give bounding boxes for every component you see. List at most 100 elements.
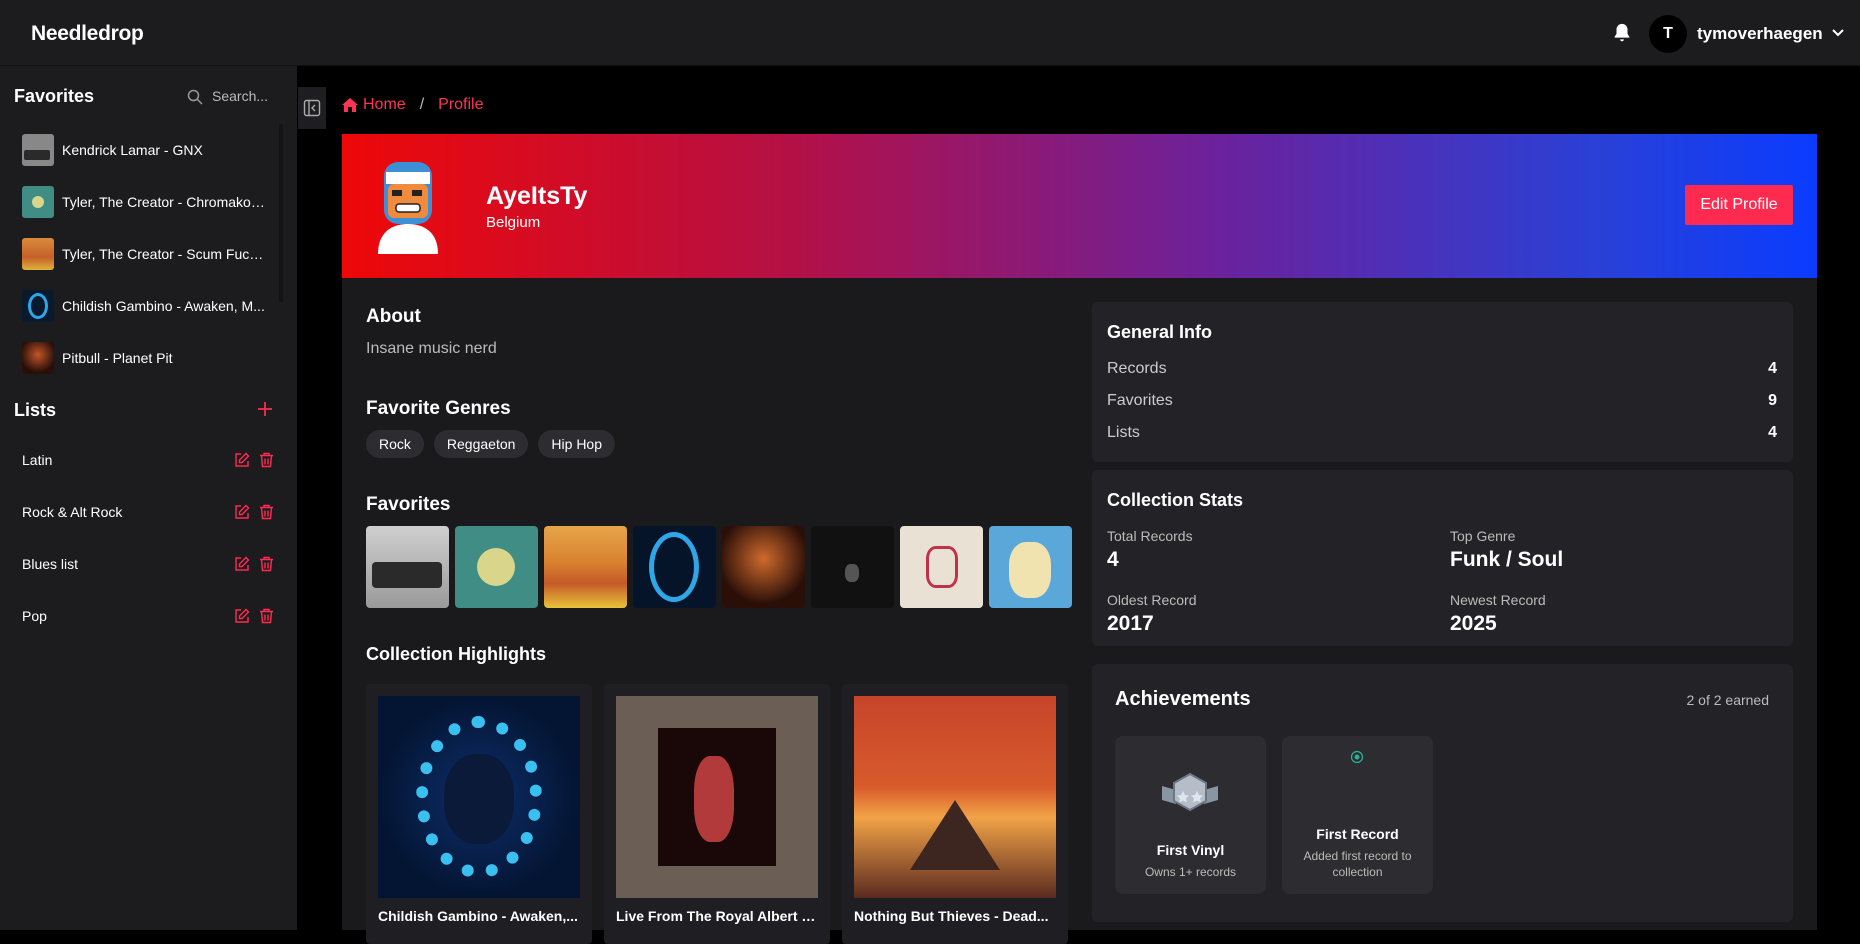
bell-icon[interactable] — [1611, 22, 1633, 44]
favorite-label: Childish Gambino - Awaken, M... — [62, 298, 265, 314]
sidebar-list-item[interactable]: Rock & Alt Rock — [22, 497, 282, 527]
breadcrumb-home-link[interactable]: Home — [363, 96, 406, 114]
favorite-album-cover[interactable] — [811, 526, 894, 608]
sidebar: Favorites Kendrick Lamar - GNX Tyler, Th… — [0, 66, 297, 930]
search-input[interactable] — [212, 88, 292, 104]
highlight-card[interactable]: Childish Gambino - Awaken,... — [366, 684, 592, 944]
edit-icon[interactable] — [234, 608, 250, 624]
highlight-card[interactable]: Nothing But Thieves - Dead... — [842, 684, 1068, 944]
achievements-card: Achievements 2 of 2 earned First Vinyl O… — [1092, 664, 1793, 922]
username[interactable]: tymoverhaegen — [1697, 24, 1823, 44]
profile-header: AyeItsTy Belgium Edit Profile — [342, 134, 1817, 278]
favorites-grid — [366, 526, 1072, 608]
favorite-album-cover[interactable] — [366, 526, 449, 608]
collapse-sidebar-button[interactable] — [298, 87, 326, 129]
highlights-title: Collection Highlights — [366, 644, 546, 664]
achievement-desc: Owns 1+ records — [1144, 865, 1237, 879]
favorite-label: Kendrick Lamar - GNX — [62, 142, 203, 158]
highlight-title: Childish Gambino - Awaken,... — [378, 908, 578, 924]
trash-icon[interactable] — [259, 452, 274, 468]
achievement-desc: Added first record to collection — [1303, 849, 1412, 879]
achievement-name: First Record — [1316, 826, 1399, 842]
list-item[interactable]: Tyler, The Creator - Chromakopia — [0, 176, 280, 228]
profile-name: AyeItsTy — [486, 182, 588, 210]
album-thumbnail — [22, 290, 54, 322]
genre-tag: Rock — [366, 430, 424, 458]
favorites-title: Favorites — [14, 86, 95, 106]
favorite-album-cover[interactable] — [722, 526, 805, 608]
edit-icon[interactable] — [234, 556, 250, 572]
trash-icon[interactable] — [259, 608, 274, 624]
general-info-card: General Info Records 4 Favorites 9 Lists… — [1092, 302, 1793, 462]
achievement-item[interactable]: First Record Added first record to colle… — [1282, 736, 1433, 894]
achievement-name: First Vinyl — [1156, 842, 1225, 858]
info-value: 4 — [1768, 360, 1777, 377]
favorite-album-cover[interactable] — [455, 526, 538, 608]
favorite-album-cover[interactable] — [900, 526, 983, 608]
breadcrumb-separator: / — [419, 96, 425, 113]
stat-label: Newest Record — [1450, 592, 1546, 608]
edit-icon[interactable] — [234, 504, 250, 520]
profile-content: About Insane music nerd Favorite Genres … — [342, 278, 1817, 944]
edit-profile-button[interactable]: Edit Profile — [1685, 185, 1793, 225]
highlight-cover — [616, 696, 818, 898]
chevron-down-icon[interactable] — [1832, 28, 1844, 38]
trash-icon[interactable] — [259, 504, 274, 520]
general-info-title: General Info — [1107, 322, 1213, 342]
info-row: Favorites 9 — [1107, 392, 1777, 410]
sidebar-list-item[interactable]: Latin — [22, 445, 282, 475]
list-item[interactable]: Kendrick Lamar - GNX — [0, 124, 280, 176]
list-item[interactable]: Pitbull - Planet Pit — [0, 332, 280, 384]
favorites-section-title: Favorites — [366, 494, 451, 515]
search-icon — [187, 89, 203, 105]
favorite-album-cover[interactable] — [633, 526, 716, 608]
sidebar-list-item[interactable]: Blues list — [22, 549, 282, 579]
collection-stats-card: Collection Stats Total Records 4 Top Gen… — [1092, 470, 1793, 646]
achievement-item[interactable]: First Vinyl Owns 1+ records — [1115, 736, 1266, 894]
lists-title: Lists — [14, 400, 57, 420]
breadcrumb-current: Profile — [438, 96, 484, 113]
list-label: Pop — [22, 608, 47, 624]
stat-value: 4 — [1107, 548, 1119, 571]
genres-title: Favorite Genres — [366, 398, 511, 419]
stat-label: Total Records — [1107, 528, 1193, 544]
user-avatar[interactable]: T — [1649, 15, 1687, 53]
highlight-cover — [854, 696, 1056, 898]
achievements-count: 2 of 2 earned — [1686, 692, 1769, 708]
favorite-label: Pitbull - Planet Pit — [62, 350, 173, 366]
stat-label: Oldest Record — [1107, 592, 1197, 608]
list-label: Latin — [22, 452, 53, 468]
info-label: Records — [1107, 360, 1167, 377]
stat-value: Funk / Soul — [1450, 548, 1564, 571]
list-item[interactable]: Tyler, The Creator - Scum Fuck ... — [0, 228, 280, 280]
favorite-album-cover[interactable] — [544, 526, 627, 608]
sidebar-list-item[interactable]: Pop — [22, 601, 282, 631]
home-icon — [342, 98, 358, 112]
list-label: Rock & Alt Rock — [22, 504, 123, 520]
highlight-title: Nothing But Thieves - Dead... — [854, 908, 1049, 924]
achievements-title: Achievements — [1115, 688, 1251, 710]
info-value: 9 — [1768, 392, 1777, 409]
trash-icon[interactable] — [259, 556, 274, 572]
list-item[interactable]: Childish Gambino - Awaken, M... — [0, 280, 280, 332]
genre-tag: Reggaeton — [433, 430, 529, 458]
profile-country: Belgium — [486, 214, 541, 231]
badge-icon — [1162, 772, 1218, 812]
edit-icon[interactable] — [234, 452, 250, 468]
stat-value: 2017 — [1107, 612, 1154, 635]
sidebar-collapse-icon — [303, 99, 321, 117]
stat-label: Top Genre — [1450, 528, 1516, 544]
favorite-label: Tyler, The Creator - Chromakopia — [62, 194, 267, 210]
highlight-cover — [378, 696, 580, 898]
info-row: Records 4 — [1107, 360, 1777, 378]
stat-value: 2025 — [1450, 612, 1497, 635]
favorite-album-cover[interactable] — [989, 526, 1072, 608]
list-label: Blues list — [22, 556, 79, 572]
add-list-icon[interactable] — [256, 400, 274, 418]
profile-avatar — [378, 162, 438, 254]
brand-logo[interactable]: Needledrop — [31, 22, 144, 46]
album-thumbnail — [22, 342, 54, 374]
favorites-list: Kendrick Lamar - GNX Tyler, The Creator … — [0, 124, 280, 384]
favorite-label: Tyler, The Creator - Scum Fuck ... — [62, 246, 267, 262]
highlight-card[interactable]: Live From The Royal Albert Hall — [604, 684, 830, 944]
